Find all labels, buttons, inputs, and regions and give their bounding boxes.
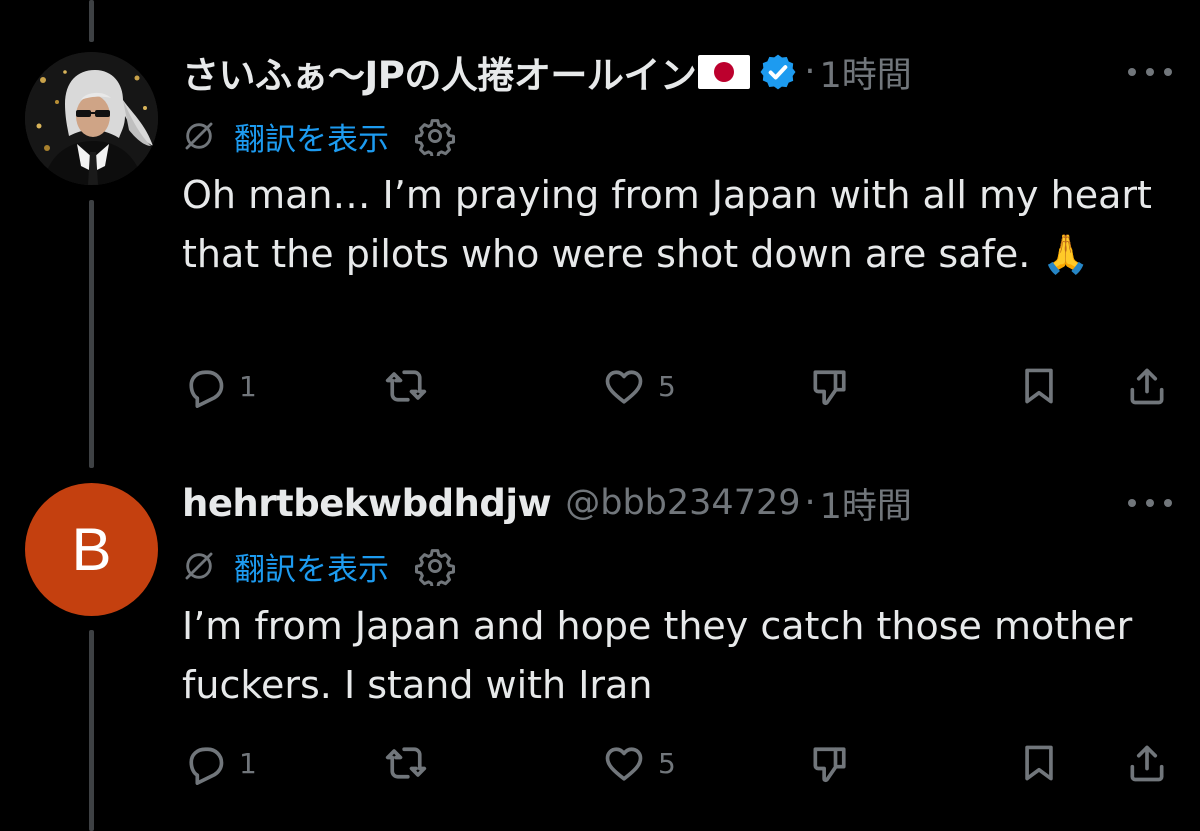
more-options-icon[interactable]: [1128, 64, 1172, 80]
tweet-text: Oh man… I’m praying from Japan with all …: [182, 173, 1152, 276]
reply-button[interactable]: 1: [183, 361, 257, 411]
like-count: 5: [658, 369, 676, 403]
timestamp[interactable]: 1時間: [820, 47, 912, 98]
repost-icon: [384, 741, 428, 785]
reply-button[interactable]: 1: [183, 738, 257, 788]
translate-row: 翻訳を表示: [182, 114, 455, 158]
tweet-text: I’m from Japan and hope they catch those…: [182, 604, 1133, 707]
thumbs-down-icon: [808, 741, 852, 785]
show-translation-link[interactable]: 翻訳を表示: [234, 114, 389, 159]
heart-icon: [602, 364, 646, 408]
like-button[interactable]: 5: [602, 738, 676, 788]
thread-line: [89, 0, 94, 42]
tweet-header: さいふぁ〜JPの人捲オールイン · 1時間: [182, 45, 912, 99]
bookmark-icon: [1017, 364, 1061, 408]
show-translation-link[interactable]: 翻訳を表示: [234, 544, 389, 589]
display-name[interactable]: さいふぁ〜JPの人捲オールイン: [182, 45, 697, 99]
translate-row: 翻訳を表示: [182, 544, 455, 588]
display-name[interactable]: hehrtbekwbdhdjw: [182, 482, 552, 525]
dot-separator: ·: [804, 52, 816, 92]
repost-button[interactable]: [384, 738, 428, 788]
japan-flag-icon: [698, 55, 751, 89]
reply-count: 1: [239, 746, 257, 780]
like-count: 5: [658, 746, 676, 780]
reply-thread: さいふぁ〜JPの人捲オールイン · 1時間 翻訳を表示 Oh man… I’m …: [0, 0, 1200, 831]
heart-icon: [602, 741, 646, 785]
thread-line: [89, 630, 94, 831]
tweet-header: hehrtbekwbdhdjw @bbb234729 · 1時間: [182, 479, 912, 527]
verified-badge-icon[interactable]: [758, 52, 798, 92]
bookmark-icon: [1017, 741, 1061, 785]
more-options-icon[interactable]: [1128, 495, 1172, 511]
avatar[interactable]: [25, 52, 158, 185]
translate-icon: [182, 119, 216, 153]
gear-icon[interactable]: [415, 116, 455, 156]
reply-count: 1: [239, 369, 257, 403]
reply-icon: [183, 741, 227, 785]
repost-button[interactable]: [384, 361, 428, 411]
action-bar: 1 5: [0, 738, 1200, 788]
share-icon: [1125, 364, 1169, 408]
gear-icon[interactable]: [415, 546, 455, 586]
reply-icon: [183, 364, 227, 408]
avatar-letter: B: [71, 515, 112, 583]
dot-separator: ·: [804, 483, 816, 523]
thumbs-down-icon: [808, 364, 852, 408]
share-button[interactable]: [1125, 738, 1169, 788]
timestamp[interactable]: 1時間: [820, 478, 912, 529]
dislike-button[interactable]: [808, 361, 852, 411]
avatar[interactable]: B: [25, 483, 158, 616]
share-icon: [1125, 741, 1169, 785]
like-button[interactable]: 5: [602, 361, 676, 411]
action-bar: 1 5: [0, 361, 1200, 411]
user-handle[interactable]: @bbb234729: [565, 483, 800, 523]
translate-icon: [182, 549, 216, 583]
dislike-button[interactable]: [808, 738, 852, 788]
repost-icon: [384, 364, 428, 408]
bookmark-button[interactable]: [1017, 361, 1061, 411]
bookmark-button[interactable]: [1017, 738, 1061, 788]
thread-line: [89, 200, 94, 468]
share-button[interactable]: [1125, 361, 1169, 411]
